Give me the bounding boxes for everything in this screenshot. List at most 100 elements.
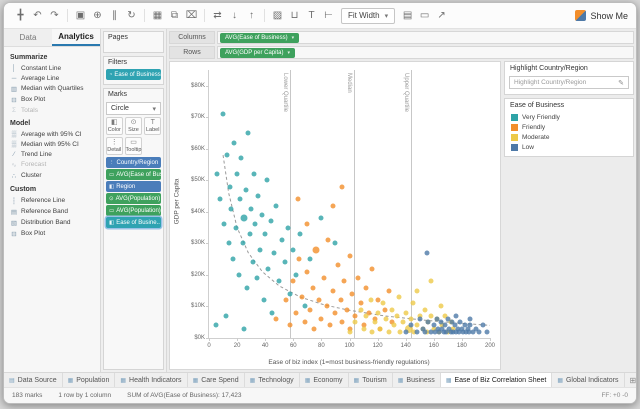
scatter-mark[interactable] (227, 184, 233, 190)
scatter-mark[interactable] (363, 313, 369, 319)
marks-pill[interactable]: ⋮ Country/Region (106, 157, 161, 168)
fix-axes-icon[interactable]: ⊢ (320, 7, 337, 24)
scatter-mark[interactable] (425, 319, 431, 325)
scatter-mark[interactable] (241, 326, 247, 332)
scatter-mark[interactable] (414, 322, 420, 328)
analytics-item[interactable]: ─ Average Line (4, 73, 100, 83)
scatter-mark[interactable] (290, 247, 296, 253)
scatter-mark[interactable] (391, 322, 397, 328)
scatter-mark[interactable] (318, 215, 324, 221)
scatter-mark[interactable] (368, 297, 374, 303)
scatter-mark[interactable] (424, 250, 430, 256)
scatter-mark[interactable] (369, 266, 375, 272)
scatter-mark[interactable] (394, 313, 400, 319)
detail-button[interactable]: ⋮ Detail (106, 137, 123, 155)
scatter-mark[interactable] (231, 140, 237, 146)
shelf-pill[interactable]: AVG(GDP per Capita) ▾ (220, 47, 295, 58)
undo-icon[interactable]: ↶ (29, 7, 46, 24)
analytics-item[interactable]: ⊟ Box Plot (4, 94, 100, 105)
sheet-tab[interactable]: ▦ Ease of Biz Correlation Sheet (440, 373, 553, 387)
scatter-mark[interactable] (347, 329, 352, 335)
scatter-mark[interactable] (304, 269, 310, 275)
scatter-mark[interactable] (234, 171, 240, 177)
scatter-mark[interactable] (299, 294, 305, 300)
scatter-mark[interactable] (248, 206, 254, 212)
scatter-mark[interactable] (268, 218, 274, 224)
new-worksheet-icon[interactable]: ⊞ (630, 376, 636, 385)
legend-item[interactable]: Moderate (505, 132, 633, 142)
scatter-mark[interactable] (358, 300, 364, 306)
scatter-mark[interactable] (358, 307, 364, 313)
scatter-mark[interactable] (304, 221, 310, 227)
scatter-mark[interactable] (344, 307, 350, 313)
scatter-mark[interactable] (476, 329, 482, 335)
scatter-mark[interactable] (327, 322, 333, 328)
scatter-mark[interactable] (484, 329, 490, 335)
scatter-mark[interactable] (217, 196, 223, 202)
scatter-mark[interactable] (228, 206, 234, 212)
scatter-mark[interactable] (287, 322, 293, 328)
scatter-mark[interactable] (296, 256, 302, 262)
shelf-pill[interactable]: AVG(Ease of Business) ▾ (220, 32, 300, 43)
scatter-mark[interactable] (237, 196, 243, 202)
scatter-mark[interactable] (279, 237, 285, 243)
marks-pill[interactable]: ▭ AVG(Population) (106, 205, 161, 216)
scatter-mark[interactable] (369, 329, 375, 335)
show-me-button[interactable]: Show Me (575, 10, 628, 21)
scatter-mark[interactable] (226, 240, 232, 246)
scatter-mark[interactable] (347, 253, 352, 259)
save-icon[interactable]: ▣ (72, 7, 89, 24)
scatter-mark[interactable] (240, 214, 248, 222)
scatter-mark[interactable] (339, 319, 345, 325)
scatter-mark[interactable] (282, 259, 288, 265)
scatter-mark[interactable] (276, 278, 282, 284)
scatter-mark[interactable] (257, 247, 263, 253)
swap-rows-columns-icon[interactable]: ⇄ (209, 7, 226, 24)
tooltip-button[interactable]: ▭ Tooltip (124, 137, 143, 155)
scatter-mark[interactable] (453, 313, 459, 319)
rows-shelf-body[interactable]: AVG(GDP per Capita) ▾ (217, 46, 634, 59)
scatter-mark[interactable] (355, 275, 361, 281)
scatter-mark[interactable] (236, 272, 241, 278)
show-hide-cards-icon[interactable]: ▤ (399, 7, 416, 24)
scatter-mark[interactable] (283, 297, 289, 303)
scatter-mark[interactable] (352, 313, 358, 319)
scatter-mark[interactable] (325, 237, 331, 243)
color-button[interactable]: ◧ Color (106, 117, 123, 135)
size-button[interactable]: ⊙ Size (124, 117, 143, 135)
scatter-mark[interactable] (285, 225, 291, 231)
scatter-mark[interactable] (338, 297, 344, 303)
scatter-mark[interactable] (254, 275, 260, 281)
scatter-mark[interactable] (310, 285, 316, 291)
scatter-mark[interactable] (332, 310, 338, 316)
scatter-mark[interactable] (383, 316, 389, 322)
redo-icon[interactable]: ↷ (46, 7, 63, 24)
scatter-mark[interactable] (262, 231, 268, 237)
fit-width-dropdown[interactable]: Fit Width ▾ (341, 7, 396, 24)
scatter-mark[interactable] (428, 313, 434, 319)
scatter-mark[interactable] (302, 319, 308, 325)
scatter-mark[interactable] (380, 300, 386, 306)
scatter-mark[interactable] (265, 266, 271, 272)
scatter-mark[interactable] (297, 231, 303, 237)
scatter-mark[interactable] (480, 322, 486, 328)
scatter-mark[interactable] (259, 212, 265, 218)
scatter-mark[interactable] (255, 193, 261, 199)
scatter-mark[interactable] (221, 221, 227, 227)
scatter-mark[interactable] (330, 203, 336, 209)
sheet-tab[interactable]: ▦ Technology (245, 373, 300, 387)
scatter-mark[interactable] (361, 326, 367, 332)
clear-sheet-icon[interactable]: ⌧ (183, 7, 200, 24)
scatter-mark[interactable] (252, 221, 258, 227)
scatter-mark[interactable] (408, 322, 414, 328)
marks-pill[interactable]: ◧ Ease of Busine.. (106, 217, 161, 228)
sheet-tab[interactable]: ▦ Global Indicators (552, 373, 625, 387)
scatter-mark[interactable] (403, 329, 409, 335)
scatter-mark[interactable] (244, 285, 250, 291)
scatter-mark[interactable] (321, 275, 327, 281)
scatter-mark[interactable] (293, 310, 299, 316)
scatter-mark[interactable] (386, 329, 392, 335)
columns-shelf-body[interactable]: AVG(Ease of Business) ▾ (217, 31, 634, 44)
group-members-icon[interactable]: ⊔ (286, 7, 303, 24)
scatter-mark[interactable] (271, 250, 277, 256)
